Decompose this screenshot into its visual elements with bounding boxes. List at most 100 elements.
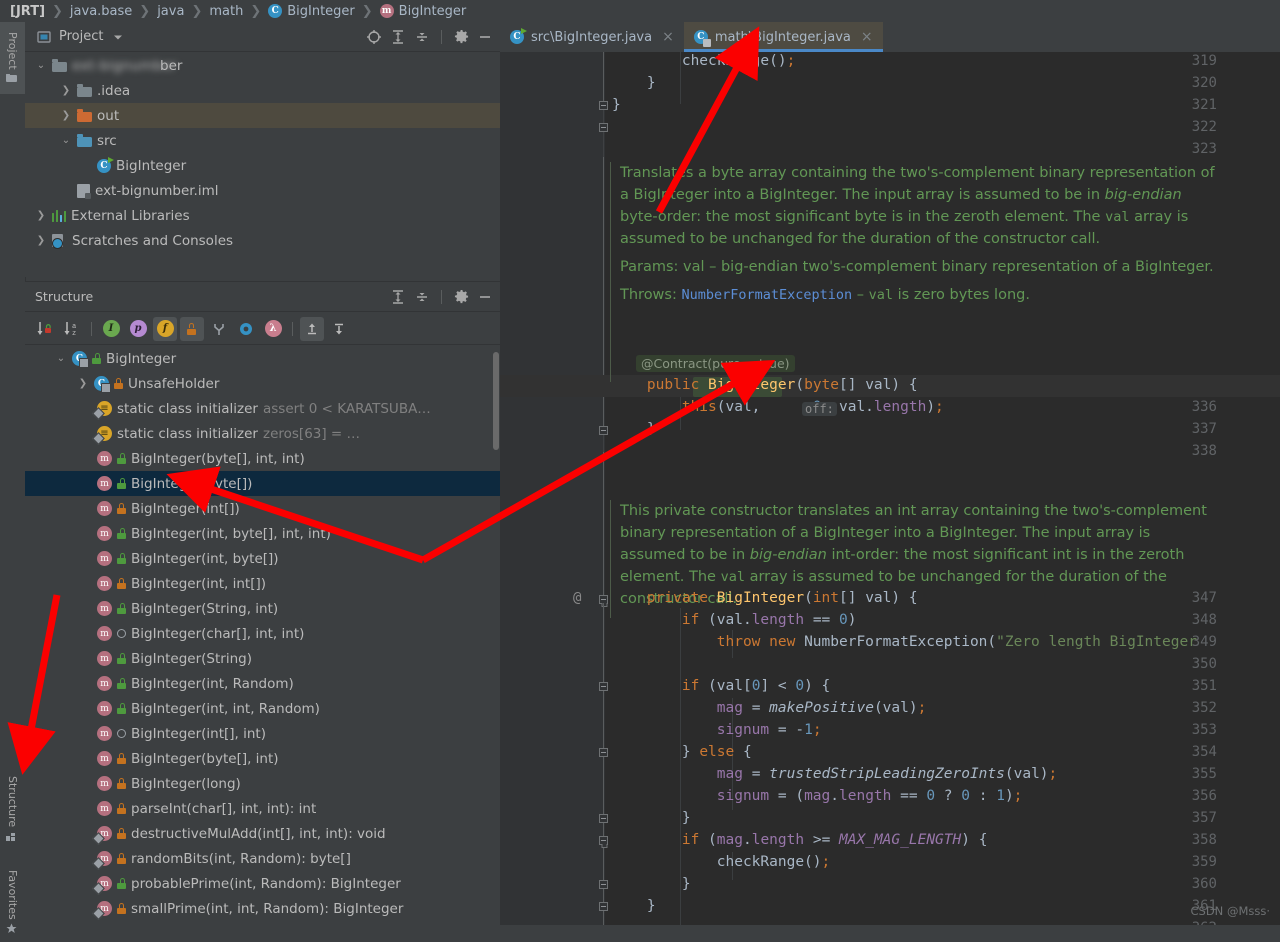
contract-inlay-hint[interactable]: @Contract(pure = true) xyxy=(636,355,795,372)
code-text-layer[interactable]: if (mag.length > MAX_MAG_LENGTH) { check… xyxy=(500,52,1280,925)
structure-row-method[interactable]: m BigInteger(int, byte[]) xyxy=(25,546,500,571)
tree-row-src[interactable]: ⌄ src xyxy=(25,128,500,153)
structure-row-method[interactable]: m BigInteger(char[], int, int) xyxy=(25,621,500,646)
fold-collapse-icon[interactable] xyxy=(599,682,608,691)
show-anonymous-icon[interactable] xyxy=(234,317,258,341)
tree-row-scratches[interactable]: ❯ Scratches and Consoles xyxy=(25,228,500,253)
breadcrumb-item-jrt[interactable]: [JRT] xyxy=(10,4,45,19)
show-fields-icon[interactable]: f xyxy=(153,316,177,341)
structure-row-method[interactable]: m smallPrime(int, int, Random): BigInteg… xyxy=(25,896,500,921)
structure-row-method[interactable]: m BigInteger(int[], int) xyxy=(25,721,500,746)
structure-tree[interactable]: ⌄ C BigInteger ❯ C UnsafeHolder ≡ static… xyxy=(25,346,500,926)
breadcrumb[interactable]: [JRT] ❯ java.base ❯ java ❯ math ❯ C BigI… xyxy=(0,0,1280,22)
code-editor[interactable]: 319 320 321 322 323 335 336 337 338 347 … xyxy=(500,52,1280,925)
close-icon[interactable]: × xyxy=(662,29,674,45)
fold-expand-icon[interactable] xyxy=(599,836,608,845)
chevron-right-icon[interactable]: ❯ xyxy=(35,210,47,222)
structure-row-method[interactable]: m BigInteger(byte[], int) xyxy=(25,746,500,771)
tree-item-label: .idea xyxy=(97,82,131,99)
project-tree[interactable]: ⌄ ext-bignumber ber ❯ .idea ❯ out ⌄ src xyxy=(25,53,500,277)
editor-tab-src-biginteger[interactable]: C src\BigInteger.java × xyxy=(500,22,684,52)
structure-row-static-initializer-2[interactable]: ≡ static class initializer zeros[63] = … xyxy=(25,421,500,446)
tree-row-out[interactable]: ❯ out xyxy=(25,103,500,128)
chevron-down-icon[interactable]: ⌄ xyxy=(55,353,67,365)
fold-collapse-icon[interactable] xyxy=(599,101,608,110)
java-class-run-icon: C xyxy=(97,156,114,173)
lock-icon xyxy=(117,778,126,789)
minimize-icon[interactable] xyxy=(476,288,494,306)
structure-row-biginteger[interactable]: ⌄ C BigInteger xyxy=(25,346,500,371)
structure-row-method[interactable]: m BigInteger(String, int) xyxy=(25,596,500,621)
structure-row-method-selected[interactable]: m BigInteger(byte[]) xyxy=(25,471,500,496)
lambdas-icon[interactable]: λ xyxy=(261,317,285,341)
breadcrumb-item-javabase[interactable]: java.base xyxy=(70,4,132,19)
structure-row-method[interactable]: m BigInteger(int[]) xyxy=(25,496,500,521)
structure-row-method[interactable]: m randomBits(int, Random): byte[] xyxy=(25,846,500,871)
chevron-right-icon[interactable]: ❯ xyxy=(60,85,72,97)
tree-row-iml-file[interactable]: ext-bignumber.iml xyxy=(25,178,500,203)
tool-button-structure[interactable]: Structure xyxy=(0,770,25,848)
structure-toolbar[interactable]: az I p f λ xyxy=(25,313,500,345)
sort-by-visibility-icon[interactable] xyxy=(33,317,57,341)
chevron-right-icon[interactable]: ❯ xyxy=(77,378,89,390)
locate-icon[interactable] xyxy=(365,28,383,46)
group-icon[interactable] xyxy=(207,317,231,341)
chevron-right-icon[interactable]: ❯ xyxy=(60,110,72,122)
tool-button-favorites[interactable]: Favorites xyxy=(0,862,25,942)
fold-collapse-icon[interactable] xyxy=(599,814,608,823)
chevron-right-icon[interactable]: ❯ xyxy=(35,235,47,247)
structure-row-method[interactable]: m BigInteger(String) xyxy=(25,646,500,671)
structure-row-method[interactable]: m BigInteger(int, int[]) xyxy=(25,571,500,596)
javadoc-left-bar xyxy=(610,162,611,382)
expand-all-icon[interactable] xyxy=(389,288,407,306)
collapse-all-icon[interactable] xyxy=(413,28,431,46)
tool-button-project[interactable]: Project xyxy=(0,22,25,94)
editor-gutter[interactable] xyxy=(500,52,605,925)
sort-alphabetically-icon[interactable]: az xyxy=(60,317,84,341)
show-non-public-icon[interactable] xyxy=(180,316,204,341)
structure-row-method[interactable]: m BigInteger(long) xyxy=(25,771,500,796)
show-inherited-icon[interactable]: I xyxy=(99,317,123,341)
structure-row-method[interactable]: m destructiveMulAdd(int[], int, int): vo… xyxy=(25,821,500,846)
fold-collapse-icon[interactable] xyxy=(599,748,608,757)
structure-row-method[interactable]: m parseInt(char[], int, int): int xyxy=(25,796,500,821)
breadcrumb-item-math[interactable]: math xyxy=(209,4,243,19)
structure-row-method[interactable]: m BigInteger(int, Random) xyxy=(25,671,500,696)
expand-all-icon[interactable] xyxy=(300,316,324,341)
gear-icon[interactable] xyxy=(452,288,470,306)
structure-row-method[interactable]: m BigInteger(int, byte[], int, int) xyxy=(25,521,500,546)
gear-icon[interactable] xyxy=(452,28,470,46)
editor-tabbar[interactable]: C src\BigInteger.java × C math\BigIntege… xyxy=(500,22,1280,52)
breadcrumb-item-java[interactable]: java xyxy=(157,4,184,19)
show-properties-icon[interactable]: p xyxy=(126,317,150,341)
fold-collapse-icon[interactable] xyxy=(599,902,608,911)
structure-row-method[interactable]: m BigInteger(int, int, Random) xyxy=(25,696,500,721)
structure-item-label: BigInteger(byte[]) xyxy=(131,475,253,492)
structure-scrollbar[interactable] xyxy=(493,352,499,450)
structure-row-static-initializer-1[interactable]: ≡ static class initializer assert 0 < KA… xyxy=(25,396,500,421)
tree-row-external-libraries[interactable]: ❯ External Libraries xyxy=(25,203,500,228)
tree-row-project-root[interactable]: ⌄ ext-bignumber ber xyxy=(25,53,500,78)
breadcrumb-item-class[interactable]: C BigInteger xyxy=(268,4,355,19)
structure-row-method[interactable]: m probablePrime(int, Random): BigInteger xyxy=(25,871,500,896)
structure-row-unsafeholder[interactable]: ❯ C UnsafeHolder xyxy=(25,371,500,396)
annotation-gutter-marker[interactable]: @ xyxy=(573,590,581,606)
tree-row-biginteger-class[interactable]: C BigInteger xyxy=(25,153,500,178)
structure-row-method[interactable]: m BigInteger(byte[], int, int) xyxy=(25,446,500,471)
collapse-all-icon[interactable] xyxy=(413,288,431,306)
close-icon[interactable]: × xyxy=(861,29,873,45)
expand-all-icon[interactable] xyxy=(389,28,407,46)
tree-row-idea[interactable]: ❯ .idea xyxy=(25,78,500,103)
minimize-icon[interactable] xyxy=(476,28,494,46)
editor-tab-math-biginteger[interactable]: C math\BigInteger.java × xyxy=(683,22,883,52)
javadoc-throws-type[interactable]: NumberFormatException xyxy=(681,287,852,303)
chevron-down-icon[interactable]: ⌄ xyxy=(60,135,72,147)
chevron-down-icon[interactable] xyxy=(109,28,127,46)
fold-collapse-icon[interactable] xyxy=(599,123,608,132)
fold-collapse-icon[interactable] xyxy=(599,880,608,889)
breadcrumb-item-method[interactable]: m BigInteger xyxy=(379,4,466,19)
chevron-down-icon[interactable]: ⌄ xyxy=(35,60,47,72)
fold-collapse-icon[interactable] xyxy=(599,426,608,435)
collapse-all-icon[interactable] xyxy=(327,317,351,341)
fold-region-line xyxy=(603,157,604,407)
